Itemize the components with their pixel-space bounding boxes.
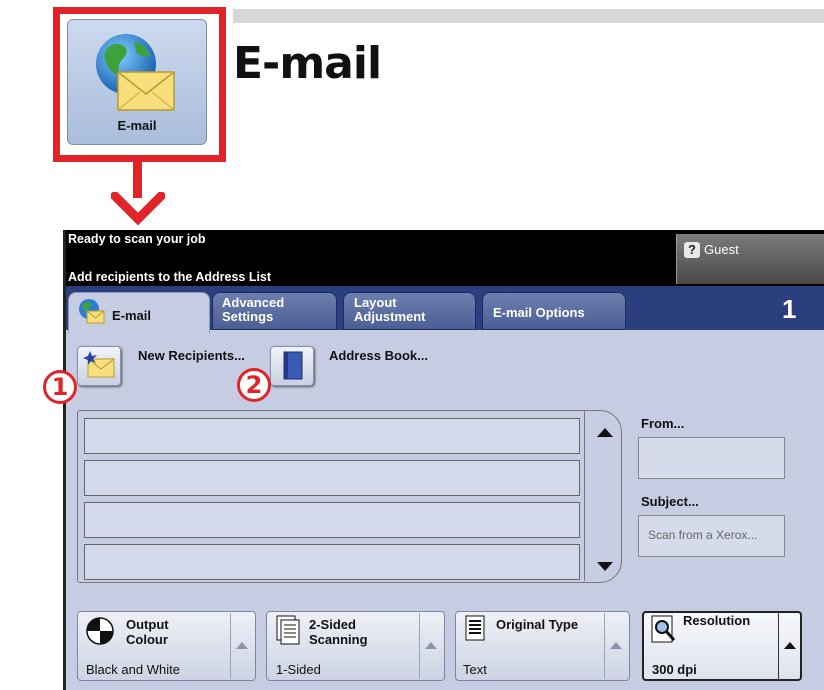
- job-count: 1: [782, 294, 797, 324]
- original-type-icon: [465, 615, 485, 641]
- from-field[interactable]: [638, 437, 785, 479]
- divider: [419, 613, 420, 679]
- output-colour-value: Black and White: [86, 662, 180, 677]
- original-type-title: Original Type: [496, 617, 579, 632]
- help-icon: ?: [684, 242, 700, 258]
- recipient-row[interactable]: [84, 502, 580, 538]
- resolution-value: 300 dpi: [652, 662, 697, 677]
- original-type-value: Text: [463, 662, 487, 677]
- callout-marker-1: 1: [43, 370, 77, 404]
- address-book-icon: [283, 351, 303, 380]
- output-colour-icon: [86, 617, 114, 645]
- page-title: E-mail: [233, 38, 382, 89]
- tab-advanced-settings-label: Advanced Settings: [222, 295, 285, 324]
- tab-layout-adjustment-label: Layout Adjustment: [354, 295, 426, 324]
- up-arrow-icon[interactable]: [425, 642, 437, 649]
- status-message: Ready to scan your job: [68, 232, 206, 246]
- new-recipient-icon: [83, 351, 115, 378]
- email-tile-label: E-mail: [117, 118, 157, 133]
- divider: [230, 613, 231, 679]
- two-sided-icon: [276, 615, 300, 645]
- tab-email-options-label: E-mail Options: [493, 305, 585, 320]
- tab-email-label: E-mail: [112, 308, 152, 323]
- divider: [604, 613, 605, 679]
- from-label[interactable]: From...: [641, 416, 684, 431]
- subject-label[interactable]: Subject...: [641, 494, 699, 509]
- globe-envelope-icon: [96, 34, 175, 111]
- recipient-row[interactable]: [84, 544, 580, 580]
- recipient-row[interactable]: [84, 418, 580, 454]
- user-name: Guest: [704, 242, 739, 257]
- email-tab-icon: [79, 299, 105, 324]
- address-book-label: Address Book...: [329, 348, 428, 363]
- new-recipients-button[interactable]: [77, 346, 121, 386]
- recipient-row[interactable]: [84, 460, 580, 496]
- scroll-up-icon[interactable]: [597, 428, 613, 437]
- header-bar: [233, 9, 824, 23]
- two-sided-value: 1-Sided: [276, 662, 321, 677]
- subject-field[interactable]: Scan from a Xerox...: [638, 515, 785, 557]
- output-colour-title: Output Colour: [126, 617, 169, 647]
- new-recipients-label: New Recipients...: [138, 348, 245, 363]
- resolution-title: Resolution: [683, 613, 751, 628]
- address-book-button[interactable]: [270, 346, 314, 386]
- up-arrow-icon[interactable]: [236, 642, 248, 649]
- down-arrow-icon: [111, 192, 165, 226]
- up-arrow-icon[interactable]: [784, 642, 796, 649]
- scroll-down-icon[interactable]: [597, 562, 613, 571]
- status-instruction: Add recipients to the Address List: [68, 270, 272, 284]
- resolution-icon: [651, 615, 676, 643]
- callout-marker-2: 2: [237, 368, 271, 402]
- two-sided-title: 2-Sided Scanning: [309, 617, 368, 647]
- up-arrow-icon[interactable]: [610, 642, 622, 649]
- divider: [778, 613, 779, 679]
